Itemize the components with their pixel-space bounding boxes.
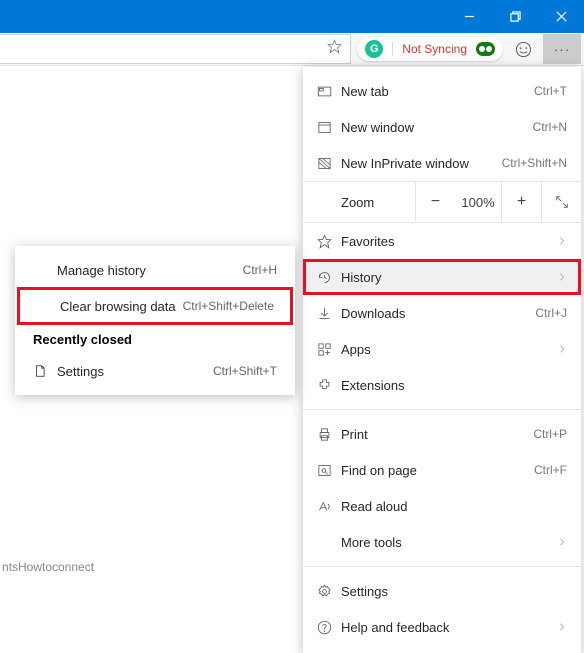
find-icon: [317, 463, 341, 478]
submenu-clear-browsing-data[interactable]: Clear browsing data Ctrl+Shift+Delete: [18, 288, 292, 324]
menu-downloads[interactable]: Downloads Ctrl+J: [303, 295, 581, 331]
zoom-in-button[interactable]: +: [501, 182, 541, 222]
extensions-icon: [317, 378, 341, 393]
page-icon: [33, 364, 57, 378]
print-icon: [317, 427, 341, 442]
browser-toolbar: G Not Syncing ···: [0, 33, 584, 66]
minimize-button[interactable]: [446, 0, 492, 33]
settings-menu: New tab Ctrl+T New window Ctrl+N New InP…: [303, 67, 581, 653]
chevron-right-icon: [557, 342, 567, 357]
zoom-out-button[interactable]: −: [415, 182, 455, 222]
history-icon: [317, 270, 341, 285]
history-submenu: Manage history Ctrl+H Clear browsing dat…: [15, 246, 295, 395]
menu-find[interactable]: Find on page Ctrl+F: [303, 452, 581, 488]
star-icon: [317, 234, 341, 249]
menu-extensions[interactable]: Extensions: [303, 367, 581, 403]
chevron-right-icon: [557, 620, 567, 635]
xbox-avatar-icon: [476, 42, 495, 56]
menu-help[interactable]: Help and feedback: [303, 609, 581, 645]
menu-read-aloud[interactable]: Read aloud: [303, 488, 581, 524]
new-window-icon: [317, 120, 341, 135]
menu-favorites[interactable]: Favorites: [303, 223, 581, 259]
smiley-feedback-icon[interactable]: [507, 34, 539, 64]
zoom-row: Zoom − 100% +: [303, 181, 581, 223]
close-button[interactable]: [538, 0, 584, 33]
menu-apps[interactable]: Apps: [303, 331, 581, 367]
menu-more-tools[interactable]: More tools: [303, 524, 581, 560]
zoom-label: Zoom: [303, 195, 415, 210]
gear-icon: [317, 584, 341, 599]
sync-status-text: Not Syncing: [402, 42, 467, 56]
menu-settings[interactable]: Settings: [303, 573, 581, 609]
menu-new-tab[interactable]: New tab Ctrl+T: [303, 73, 581, 109]
watermark-text: ntsHowtoconnect: [2, 560, 94, 574]
favorite-star-icon[interactable]: [327, 39, 342, 59]
read-aloud-icon: [317, 499, 341, 514]
submenu-recent-settings[interactable]: Settings Ctrl+Shift+T: [15, 353, 295, 389]
chevron-right-icon: [557, 234, 567, 249]
window-titlebar: [0, 0, 584, 33]
apps-icon: [317, 342, 341, 357]
menu-new-window[interactable]: New window Ctrl+N: [303, 109, 581, 145]
menu-print[interactable]: Print Ctrl+P: [303, 416, 581, 452]
chevron-right-icon: [557, 270, 567, 285]
menu-history[interactable]: History: [303, 259, 581, 295]
restore-button[interactable]: [492, 0, 538, 33]
inprivate-icon: [317, 156, 341, 171]
chevron-right-icon: [557, 535, 567, 550]
more-menu-button[interactable]: ···: [543, 34, 581, 64]
submenu-manage-history[interactable]: Manage history Ctrl+H: [15, 252, 295, 288]
zoom-value: 100%: [455, 182, 501, 222]
menu-new-inprivate[interactable]: New InPrivate window Ctrl+Shift+N: [303, 145, 581, 181]
download-icon: [317, 306, 341, 321]
profile-sync-pill[interactable]: G Not Syncing: [357, 37, 503, 61]
fullscreen-button[interactable]: [541, 182, 581, 222]
recently-closed-header: Recently closed: [15, 324, 295, 353]
grammarly-icon: G: [365, 40, 383, 58]
help-icon: [317, 620, 341, 635]
new-tab-icon: [317, 84, 341, 99]
address-bar[interactable]: [0, 34, 351, 64]
